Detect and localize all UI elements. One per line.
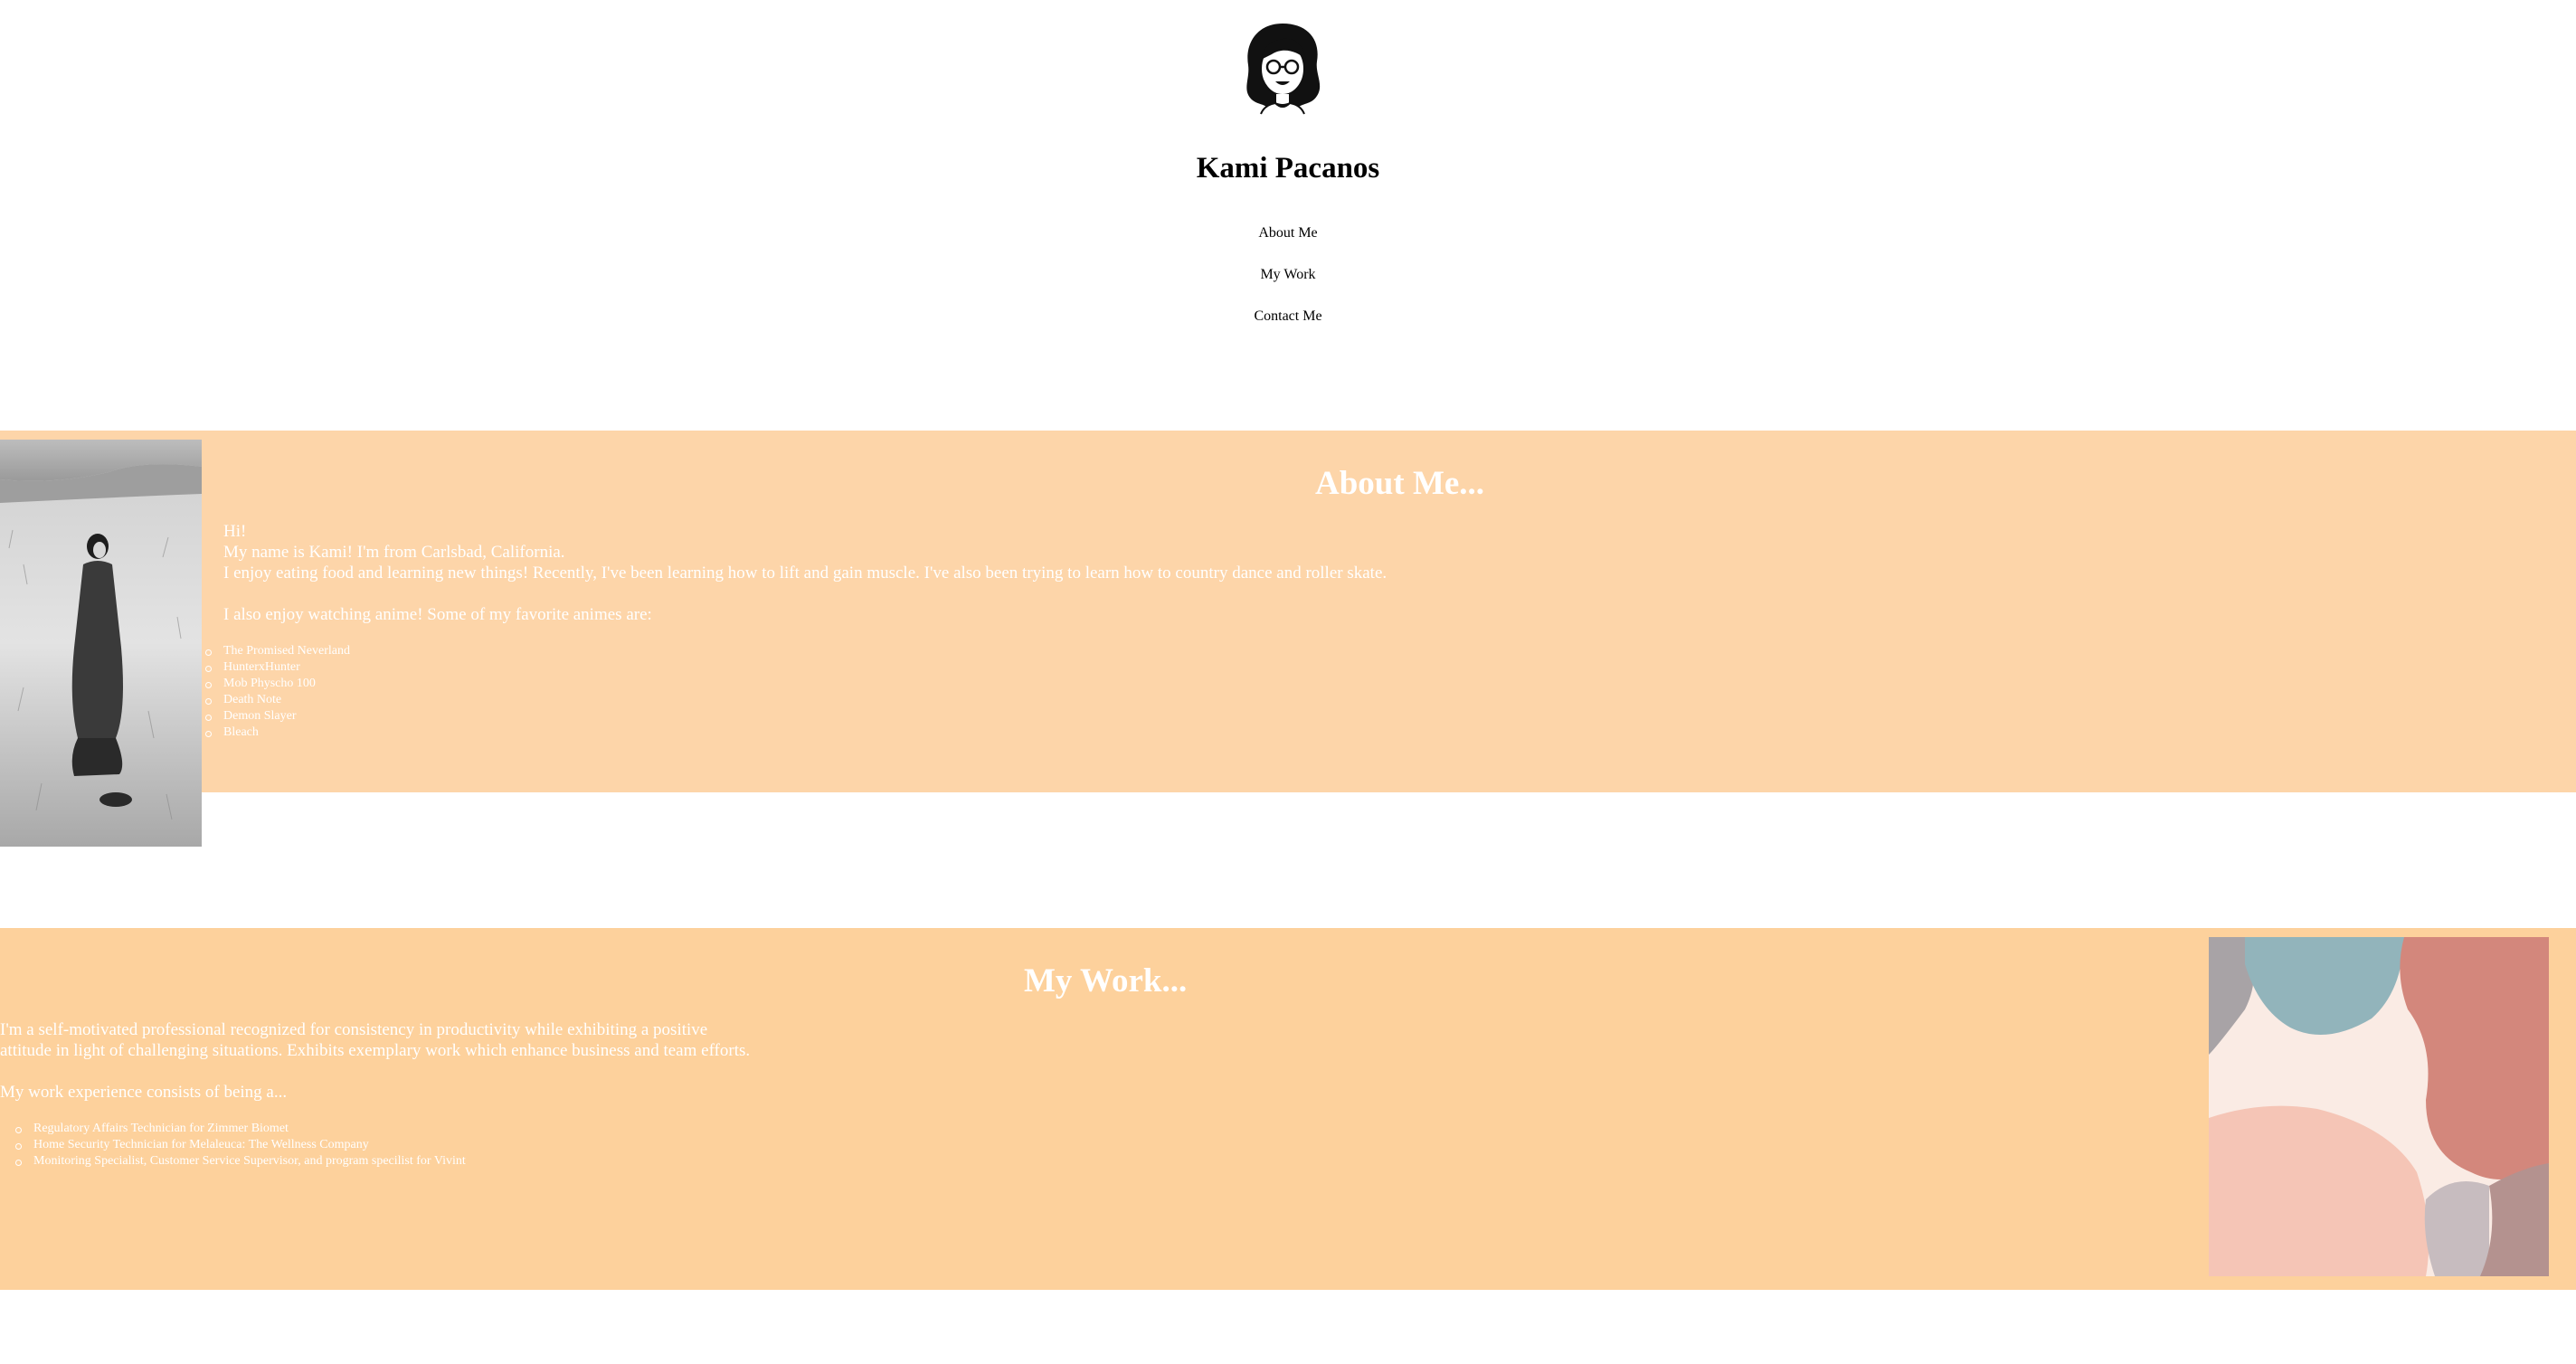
list-item: Home Security Technician for Melaleuca: … bbox=[15, 1137, 466, 1153]
work-heading: My Work... bbox=[1024, 962, 1188, 999]
list-item: Bleach bbox=[205, 725, 350, 741]
work-experience-intro: My work experience consists of being a..… bbox=[0, 1083, 288, 1102]
about-hobbies-line: I enjoy eating food and learning new thi… bbox=[223, 564, 1387, 583]
site-title: Kami Pacanos bbox=[1196, 152, 1380, 185]
about-photo bbox=[0, 440, 202, 847]
list-item: The Promised Neverland bbox=[205, 644, 350, 658]
about-anime-intro: I also enjoy watching anime! Some of my … bbox=[223, 605, 652, 624]
main-nav: About Me My Work Contact Me bbox=[0, 224, 2576, 349]
nav-my-work-link[interactable]: My Work bbox=[0, 266, 2576, 308]
about-intro-line: My name is Kami! I'm from Carlsbad, Cali… bbox=[223, 543, 565, 562]
nav-contact-me-link[interactable]: Contact Me bbox=[0, 308, 2576, 349]
list-item: Regulatory Affairs Technician for Zimmer… bbox=[15, 1121, 466, 1137]
list-item: Monitoring Specialist, Customer Service … bbox=[15, 1154, 466, 1168]
nav-about-me-link[interactable]: About Me bbox=[0, 224, 2576, 266]
jobs-list: Regulatory Affairs Technician for Zimmer… bbox=[15, 1121, 466, 1170]
about-greeting: Hi! bbox=[223, 522, 247, 541]
list-item: Demon Slayer bbox=[205, 708, 350, 725]
work-paragraph-line: attitude in light of challenging situati… bbox=[0, 1041, 751, 1060]
work-section bbox=[0, 928, 2576, 1290]
list-item: Mob Physcho 100 bbox=[205, 676, 350, 692]
work-paragraph-line: I'm a self-motivated professional recogn… bbox=[0, 1020, 708, 1039]
list-item: Death Note bbox=[205, 692, 350, 708]
about-heading: About Me... bbox=[1315, 465, 1485, 502]
list-item: HunterxHunter bbox=[205, 659, 350, 676]
work-artwork bbox=[2209, 937, 2549, 1276]
anime-list: The Promised Neverland HunterxHunter Mob… bbox=[205, 643, 350, 741]
avatar-icon bbox=[1237, 20, 1328, 116]
